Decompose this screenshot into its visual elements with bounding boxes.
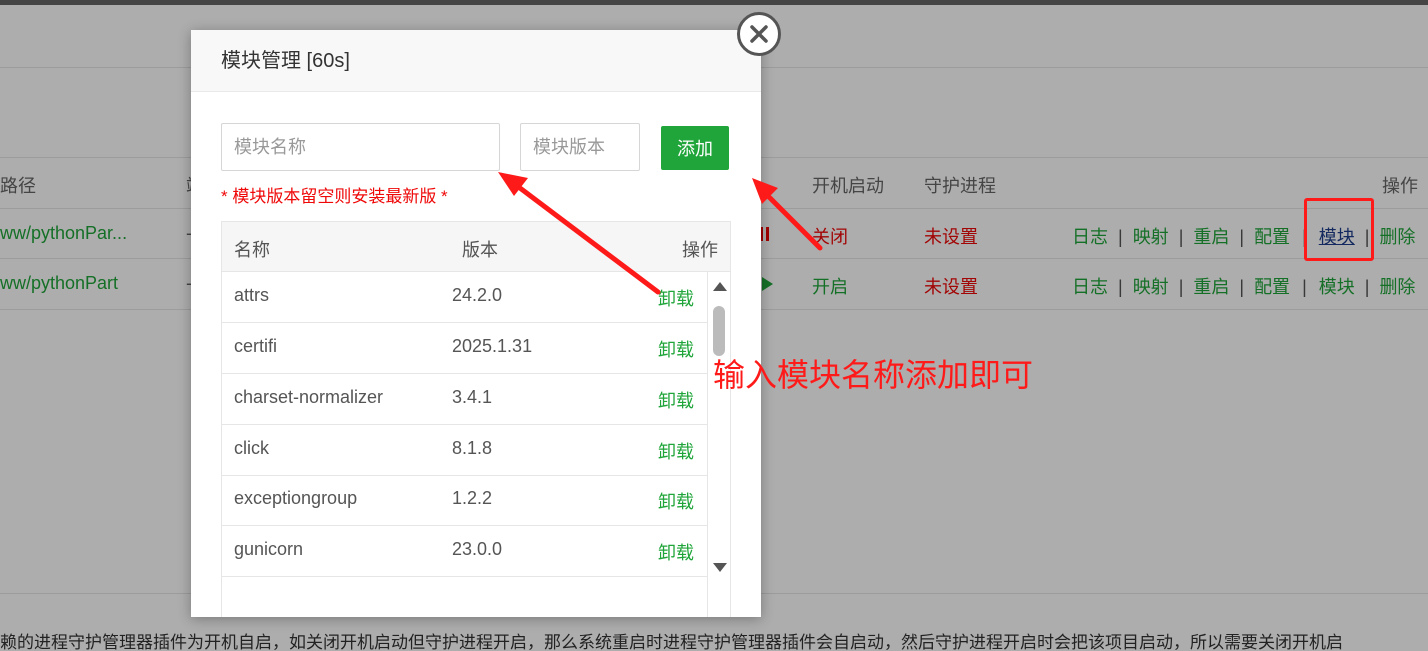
arrow-to-add-button (752, 178, 823, 251)
arrow-to-name-input (498, 172, 661, 295)
annotation-text: 输入模块名称添加即可 (713, 357, 1034, 393)
annotation-arrows (498, 172, 823, 295)
